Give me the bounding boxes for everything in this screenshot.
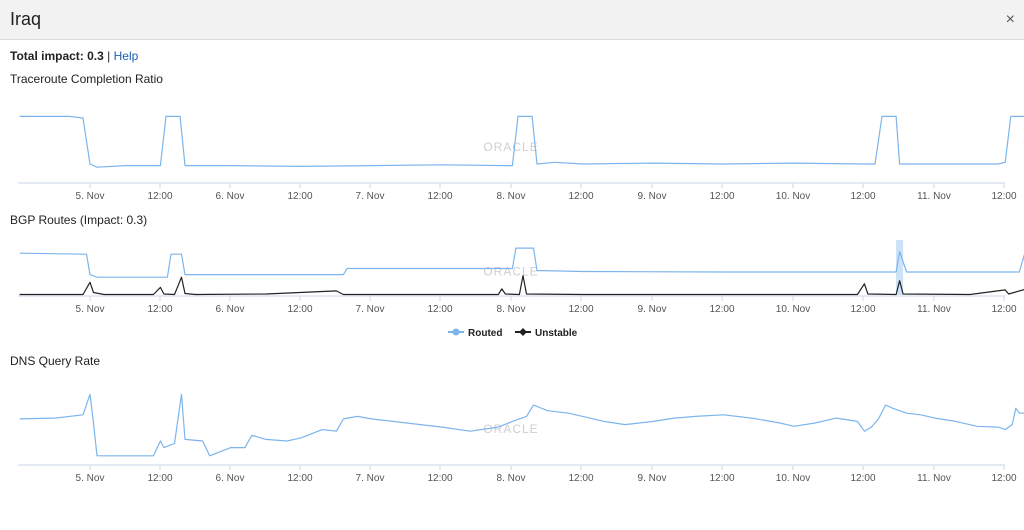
x-tick-label: 9. Nov bbox=[638, 473, 667, 484]
chart-title-traceroute: Traceroute Completion Ratio bbox=[10, 72, 163, 86]
x-tick-label: 12:00 bbox=[850, 191, 875, 202]
help-link[interactable]: Help bbox=[114, 49, 139, 63]
x-tick-label: 11. Nov bbox=[917, 191, 951, 202]
x-tick-label: 12:00 bbox=[147, 304, 172, 315]
dialog-title: Iraq bbox=[10, 9, 42, 29]
chart-title-dns: DNS Query Rate bbox=[10, 354, 101, 368]
impact-separator: | bbox=[107, 49, 111, 63]
x-tick-label: 12:00 bbox=[427, 473, 452, 484]
traceroute-chart: 5. Nov 12:00 6. Nov 12:00 7. Nov 12:00 8. Nov 1… bbox=[18, 115, 1024, 202]
impact-line: Total impact: 0.3 | Help bbox=[10, 49, 138, 63]
x-tick-label: 10. Nov bbox=[776, 304, 810, 315]
x-tick-label: 7. Nov bbox=[356, 304, 385, 315]
x-tick-label: 9. Nov bbox=[638, 304, 667, 315]
x-tick-label: 12:00 bbox=[287, 191, 312, 202]
x-tick-label: 12:00 bbox=[427, 304, 452, 315]
x-tick-label: 12:00 bbox=[427, 191, 452, 202]
legend-item-routed[interactable]: Routed bbox=[468, 328, 502, 339]
x-tick-label: 12:00 bbox=[850, 304, 875, 315]
x-tick-label: 6. Nov bbox=[216, 191, 245, 202]
x-tick-label: 5. Nov bbox=[76, 304, 105, 315]
x-tick-label: 6. Nov bbox=[216, 304, 245, 315]
dns-chart: 5. Nov 12:00 6. Nov 12:00 7. Nov 12:00 8. Nov 1… bbox=[18, 393, 1024, 484]
legend-marker bbox=[519, 328, 527, 336]
x-tick-label: 7. Nov bbox=[356, 473, 385, 484]
x-tick-label: 12:00 bbox=[850, 473, 875, 484]
x-tick-label: 12:00 bbox=[287, 304, 312, 315]
x-tick-label: 11. Nov bbox=[917, 473, 951, 484]
x-tick-label: 12:00 bbox=[568, 473, 593, 484]
chart-title-bgp: BGP Routes (Impact: 0.3) bbox=[10, 213, 148, 227]
x-tick-label: 10. Nov bbox=[776, 473, 810, 484]
x-tick-label: 5. Nov bbox=[76, 473, 105, 484]
legend-item-unstable[interactable]: Unstable bbox=[535, 328, 578, 339]
x-tick-label: 7. Nov bbox=[356, 191, 385, 202]
x-tick-label: 8. Nov bbox=[497, 191, 526, 202]
x-tick-label: 10. Nov bbox=[776, 191, 810, 202]
x-tick-label: 12:00 bbox=[287, 473, 312, 484]
x-tick-label: 6. Nov bbox=[216, 473, 245, 484]
watermark-logo: ORACLE bbox=[483, 422, 538, 436]
x-tick-label: 8. Nov bbox=[497, 304, 526, 315]
watermark-logo: ORACLE bbox=[483, 265, 538, 279]
x-tick-label: 9. Nov bbox=[638, 191, 667, 202]
x-tick-label: 12:00 bbox=[568, 304, 593, 315]
bgp-legend: Routed Unstable bbox=[448, 328, 578, 339]
x-tick-label: 5. Nov bbox=[76, 191, 105, 202]
x-tick-label: 12:00 bbox=[991, 473, 1016, 484]
x-tick-label: 12:00 bbox=[991, 304, 1016, 315]
close-icon[interactable]: × bbox=[1006, 12, 1015, 28]
x-tick-label: 12:00 bbox=[991, 191, 1016, 202]
x-tick-label: 12:00 bbox=[709, 191, 734, 202]
x-tick-label: 12:00 bbox=[709, 473, 734, 484]
x-tick-label: 8. Nov bbox=[497, 473, 526, 484]
bgp-chart: 5. Nov 12:00 6. Nov 12:00 7. Nov 12:00 8. Nov 1… bbox=[18, 240, 1024, 315]
x-tick-label: 12:00 bbox=[147, 191, 172, 202]
watermark-logo: ORACLE bbox=[483, 140, 538, 154]
total-impact-label: Total impact: 0.3 bbox=[10, 49, 104, 63]
dialog-header: Iraq × bbox=[0, 0, 1024, 40]
x-tick-label: 12:00 bbox=[568, 191, 593, 202]
x-tick-label: 11. Nov bbox=[917, 304, 951, 315]
legend-marker bbox=[452, 328, 460, 336]
x-tick-label: 12:00 bbox=[147, 473, 172, 484]
x-tick-label: 12:00 bbox=[709, 304, 734, 315]
